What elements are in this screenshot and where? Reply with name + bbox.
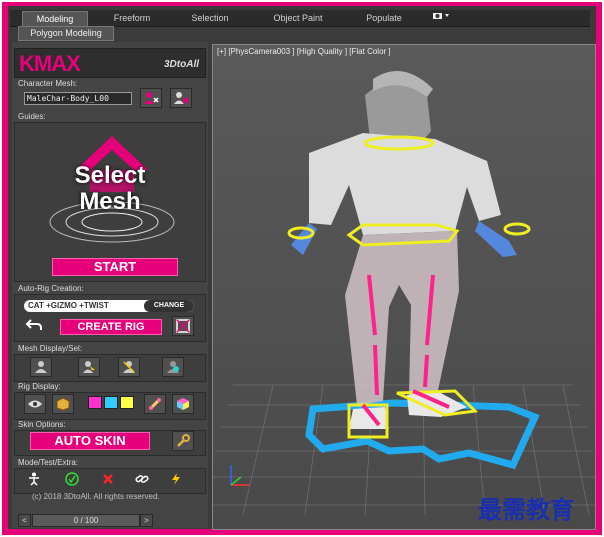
mesh-cursor-icon: [83, 361, 95, 373]
skin-settings-button[interactable]: [172, 431, 194, 451]
tab-object-paint[interactable]: Object Paint: [262, 11, 334, 25]
viewport[interactable]: [+] [PhysCamera003 ] [High Quality ] [Fl…: [212, 44, 596, 530]
mesh-select-button[interactable]: [78, 357, 100, 377]
user-remove-icon: [174, 92, 189, 104]
start-button[interactable]: START: [52, 258, 178, 276]
rig-grid-icon: [176, 319, 190, 333]
watermark-text: 最需教育: [478, 495, 574, 524]
copyright-text: (c) 2018 3DtoAll. All rights reserved.: [32, 492, 160, 501]
select-mesh-button[interactable]: Select Mesh: [40, 160, 180, 250]
mode-label: Mode/Test/Extra:: [18, 458, 79, 467]
undo-rig-button[interactable]: [24, 316, 44, 334]
character-mesh-label: Character Mesh:: [18, 79, 78, 88]
rig-bone-button[interactable]: [144, 394, 166, 414]
auto-rig-label: Auto-Rig Creation:: [18, 284, 84, 293]
lightning-icon: [172, 473, 180, 485]
rig-color-swatch-1[interactable]: [88, 396, 102, 409]
tab-polygon-modeling[interactable]: Polygon Modeling: [18, 26, 114, 41]
stick-figure-icon: [29, 472, 39, 486]
tab-freeform[interactable]: Freeform: [104, 11, 160, 25]
ribbon-bar: Modeling Freeform Selection Object Paint…: [10, 10, 590, 27]
quick-action-button[interactable]: [166, 470, 186, 488]
timeline-next-button[interactable]: >: [140, 514, 153, 527]
axis-gizmo: [230, 465, 249, 486]
remove-mesh-button[interactable]: [170, 88, 192, 108]
rig-color-swatch-2[interactable]: [104, 396, 118, 409]
timeline-slider[interactable]: 0 / 100: [32, 514, 140, 527]
mesh-show-button[interactable]: [30, 357, 52, 377]
link-button[interactable]: [132, 470, 152, 488]
scene-graphic: [213, 71, 595, 516]
wrench-icon: [177, 434, 190, 447]
pose-mode-button[interactable]: [24, 470, 44, 488]
check-circle-icon: [65, 472, 79, 486]
test-ok-button[interactable]: [62, 470, 82, 488]
box-icon: [56, 397, 70, 411]
mesh-hide-button[interactable]: [118, 357, 140, 377]
tab-modeling[interactable]: Modeling: [22, 11, 88, 27]
auto-skin-button[interactable]: AUTO SKIN: [30, 432, 150, 450]
skin-options-label: Skin Options:: [18, 420, 66, 429]
kmax-logo: KMAX 3DtoAll: [14, 48, 206, 78]
close-icon: [103, 474, 113, 484]
pick-mesh-button[interactable]: [140, 88, 162, 108]
tab-selection[interactable]: Selection: [182, 11, 238, 25]
link-icon: [135, 475, 149, 483]
mesh-hide-icon: [123, 361, 135, 373]
color-cube-icon: [177, 398, 189, 410]
timeline-prev-button[interactable]: <: [18, 514, 31, 527]
logo-brand: 3DtoAll: [164, 59, 199, 70]
character-mesh-field[interactable]: MaleChar-Body_L00: [24, 92, 132, 105]
guides-label: Guides:: [18, 112, 46, 121]
rig-mode-selector[interactable]: CAT +GIZMO +TWIST CHANGE: [24, 300, 194, 312]
mesh-text: Mesh: [79, 188, 141, 215]
undo-icon: [25, 319, 42, 330]
user-add-icon: [144, 92, 159, 104]
bone-icon: [149, 398, 161, 410]
rig-display-label: Rig Display:: [18, 382, 61, 391]
mesh-xray-icon: [167, 361, 179, 373]
rig-color-swatch-3[interactable]: [120, 396, 134, 409]
change-button[interactable]: CHANGE: [144, 300, 194, 312]
rig-box-button[interactable]: [52, 394, 74, 414]
create-rig-button[interactable]: CREATE RIG: [60, 319, 162, 335]
character-mesh: [291, 71, 517, 429]
tab-populate[interactable]: Populate: [354, 11, 414, 25]
ribbon-options-icon[interactable]: [430, 11, 454, 25]
mesh-xray-button[interactable]: [162, 357, 184, 377]
eye-icon: [28, 400, 42, 408]
mesh-person-icon: [35, 361, 47, 373]
rig-mode-text: CAT +GIZMO +TWIST: [28, 301, 109, 310]
mesh-display-label: Mesh Display/Sel:: [18, 344, 83, 353]
rig-cube-button[interactable]: [172, 394, 194, 414]
rig-visibility-button[interactable]: [24, 394, 46, 414]
select-text: Select: [74, 162, 146, 189]
test-cancel-button[interactable]: [98, 470, 118, 488]
logo-text: KMAX: [19, 51, 81, 76]
rig-settings-button[interactable]: [172, 316, 194, 336]
